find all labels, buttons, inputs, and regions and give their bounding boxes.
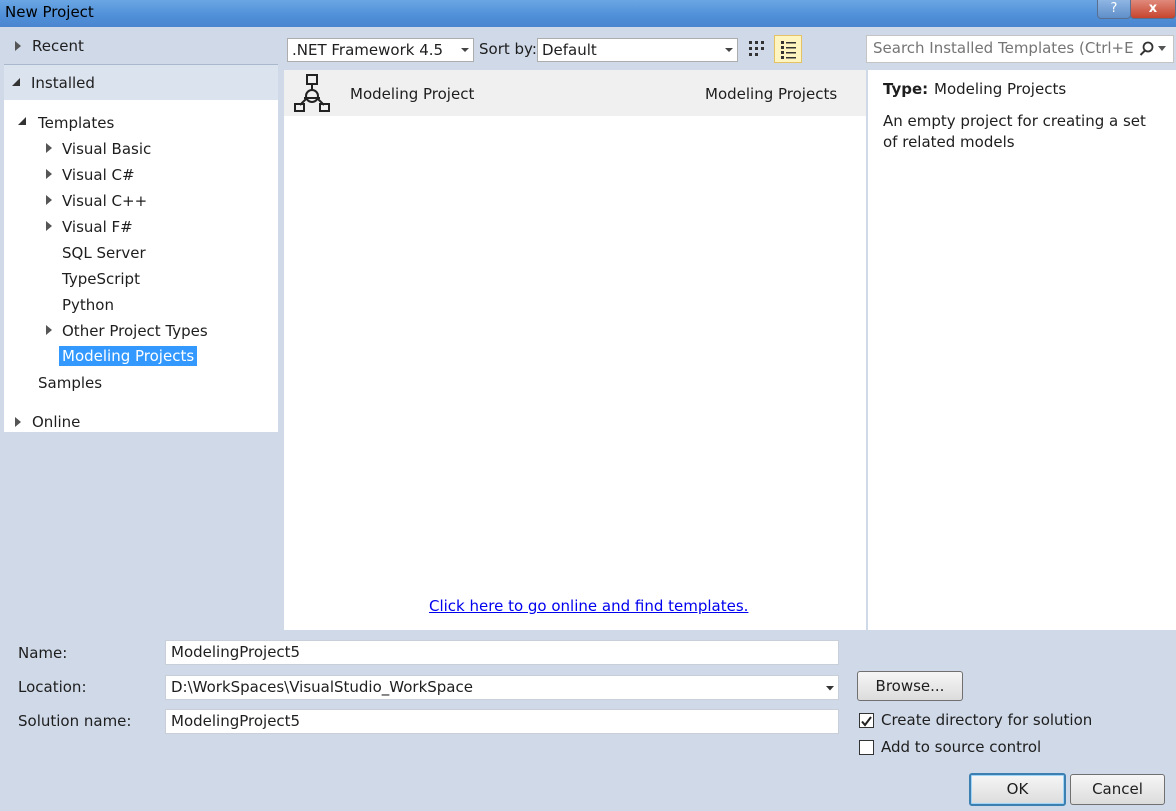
online-label: Online [32,413,81,431]
template-category: Modeling Projects [705,85,838,103]
framework-dropdown[interactable]: .NET Framework 4.5 [287,38,474,62]
solution-name-label: Solution name: [18,712,132,730]
expand-arrow-icon[interactable] [15,41,21,51]
search-icon[interactable] [1139,41,1155,57]
location-dropdown[interactable] [165,675,839,700]
expand-arrow-icon[interactable] [46,325,52,335]
template-item[interactable]: Modeling Project Modeling Projects [284,70,866,116]
small-icons-view-button[interactable] [744,36,770,62]
sort-value: Default [542,41,597,59]
create-directory-label[interactable]: Create directory for solution [881,711,1092,729]
location-label: Location: [18,678,87,696]
collapse-arrow-icon[interactable] [18,117,26,125]
template-name: Modeling Project [350,85,475,103]
close-button[interactable]: x [1130,0,1176,19]
small-icons-view-icon [749,41,764,56]
framework-value: .NET Framework 4.5 [292,41,444,59]
online-templates-link[interactable]: Click here to go online and find templat… [429,597,748,615]
template-description: An empty project for creating a set of r… [883,112,1146,151]
name-field[interactable] [165,640,839,665]
list-view-button[interactable] [774,35,802,63]
tree-item-visual-csharp[interactable]: Visual C# [62,166,135,184]
search-box[interactable] [866,35,1174,63]
chevron-down-icon[interactable] [826,686,834,691]
chevron-down-icon[interactable] [1158,46,1166,52]
solution-name-input[interactable] [169,711,773,731]
left-pane: Recent Installed Templates Visual Basic … [4,28,278,628]
add-source-control-checkbox[interactable] [859,740,874,755]
close-icon: x [1148,1,1158,16]
window-title: New Project [5,3,94,21]
type-value: Modeling Projects [934,80,1067,98]
tree-item-typescript[interactable]: TypeScript [62,270,140,288]
template-list: Modeling Project Modeling Projects Click… [284,70,866,630]
ok-button[interactable]: OK [969,773,1066,806]
name-label: Name: [18,644,68,662]
browse-button[interactable]: Browse... [857,671,963,701]
title-bar [0,0,1176,27]
tree-item-other-project-types[interactable]: Other Project Types [62,322,208,340]
tree-item-python[interactable]: Python [62,296,114,314]
sort-dropdown[interactable]: Default [537,38,738,62]
add-source-control-label[interactable]: Add to source control [881,738,1041,756]
create-directory-checkbox[interactable] [859,713,874,728]
installed-label: Installed [31,74,95,92]
location-input[interactable] [169,677,773,697]
cancel-button[interactable]: Cancel [1070,774,1165,805]
installed-tree: Templates Visual Basic Visual C# Visual … [4,100,278,432]
tree-item-visual-basic[interactable]: Visual Basic [62,140,151,158]
tree-item-modeling-projects[interactable]: Modeling Projects [59,346,198,366]
modeling-project-icon [294,74,330,112]
expand-arrow-icon[interactable] [46,143,52,153]
sort-by-label: Sort by: [479,40,537,58]
tree-item-samples[interactable]: Samples [38,374,102,392]
solution-name-field[interactable] [165,709,839,734]
tree-item-templates[interactable]: Templates [38,114,114,132]
tree-item-sql-server[interactable]: SQL Server [62,244,146,262]
type-label: Type: [883,80,929,98]
list-view-icon [781,41,796,59]
tree-item-visual-fsharp[interactable]: Visual F# [62,218,133,236]
installed-node[interactable]: Installed [4,64,278,102]
search-input[interactable] [871,38,1135,58]
expand-arrow-icon[interactable] [46,169,52,179]
help-button[interactable]: ? [1097,0,1131,19]
checkmark-icon [861,716,872,727]
expand-arrow-icon[interactable] [15,417,21,427]
recent-node[interactable]: Recent [4,28,278,64]
help-icon: ? [1110,1,1118,16]
collapse-arrow-icon[interactable] [12,78,20,86]
tree-item-visual-cpp[interactable]: Visual C++ [62,192,147,210]
online-node[interactable]: Online [4,404,278,440]
chevron-down-icon [725,48,733,52]
chevron-down-icon [461,48,469,52]
expand-arrow-icon[interactable] [46,221,52,231]
recent-label: Recent [32,37,84,55]
name-input[interactable] [169,642,773,662]
expand-arrow-icon[interactable] [46,195,52,205]
details-pane: Type: Modeling Projects An empty project… [868,70,1176,630]
